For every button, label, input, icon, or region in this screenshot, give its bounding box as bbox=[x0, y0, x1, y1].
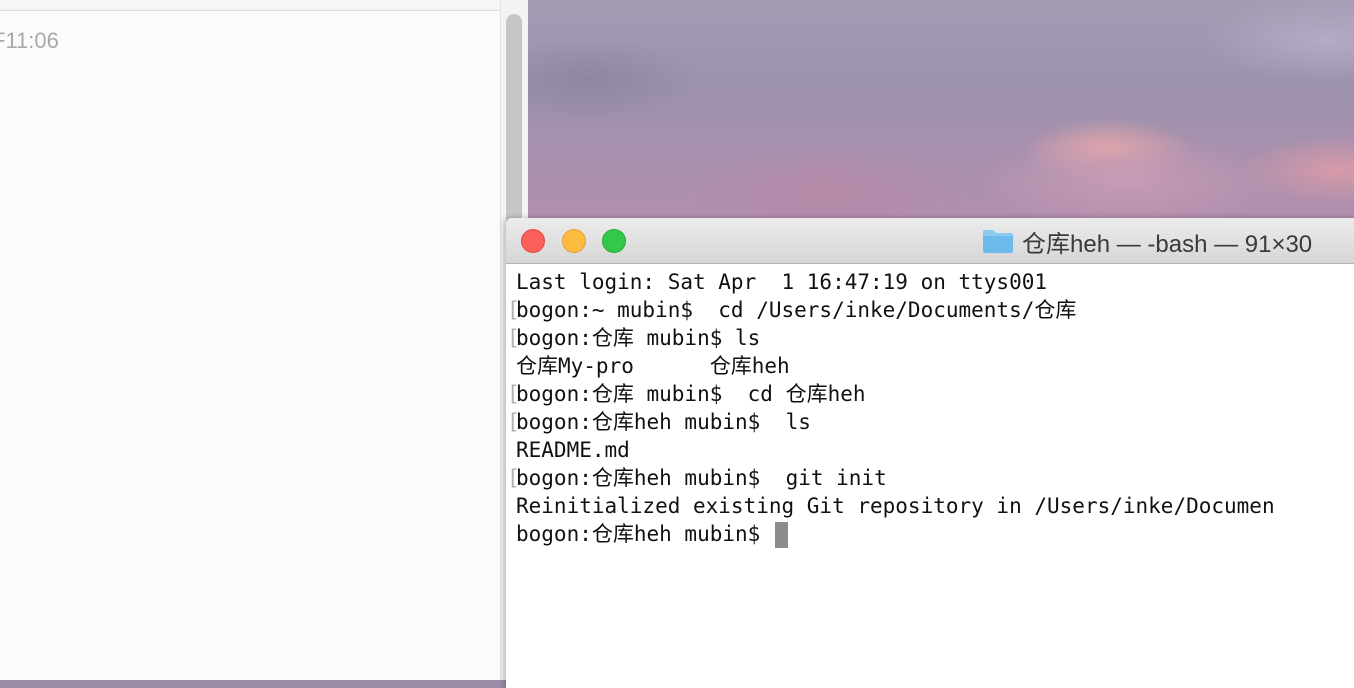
mark-bracket-icon: [ bbox=[507, 298, 520, 322]
mark-bracket-icon: [ bbox=[507, 466, 520, 490]
terminal-window[interactable]: 仓库heh — -bash — 91×30 Last login: Sat Ap… bbox=[506, 218, 1354, 688]
terminal-line: [bogon:仓库heh mubin$ git init bbox=[507, 466, 887, 490]
desktop-wallpaper bbox=[528, 0, 1354, 218]
note-timestamp: F11:06 bbox=[0, 28, 59, 53]
terminal-line: [bogon:仓库heh mubin$ ls bbox=[507, 410, 811, 434]
notes-toolbar bbox=[0, 0, 500, 11]
mark-bracket-icon: [ bbox=[507, 410, 520, 434]
terminal-titlebar[interactable]: 仓库heh — -bash — 91×30 bbox=[506, 218, 1354, 264]
minimize-button[interactable] bbox=[562, 229, 586, 253]
terminal-line: Last login: Sat Apr 1 16:47:19 on ttys00… bbox=[516, 270, 1048, 294]
close-button[interactable] bbox=[521, 229, 545, 253]
terminal-line: Reinitialized existing Git repository in… bbox=[516, 494, 1275, 518]
terminal-output[interactable]: Last login: Sat Apr 1 16:47:19 on ttys00… bbox=[507, 268, 1354, 548]
terminal-line: [bogon:仓库 mubin$ cd 仓库heh bbox=[507, 382, 866, 406]
folder-icon bbox=[983, 230, 1013, 253]
terminal-line: [bogon:~ mubin$ cd /Users/inke/Documents… bbox=[507, 298, 1077, 322]
window-title-text: 仓库heh — -bash — 91×30 bbox=[1022, 230, 1313, 258]
mark-bracket-icon: [ bbox=[507, 326, 520, 350]
terminal-line: 仓库My-pro 仓库heh bbox=[516, 354, 790, 378]
notes-window: F11:06 bbox=[0, 0, 501, 680]
zoom-button[interactable] bbox=[602, 229, 626, 253]
terminal-line: README.md bbox=[516, 438, 630, 462]
terminal-line: [bogon:仓库 mubin$ ls bbox=[507, 326, 761, 350]
terminal-prompt-line[interactable]: bogon:仓库heh mubin$ bbox=[516, 520, 1354, 548]
mark-bracket-icon: [ bbox=[507, 382, 520, 406]
window-title: 仓库heh — -bash — 91×30 bbox=[982, 226, 1313, 258]
text-cursor bbox=[774, 522, 788, 548]
